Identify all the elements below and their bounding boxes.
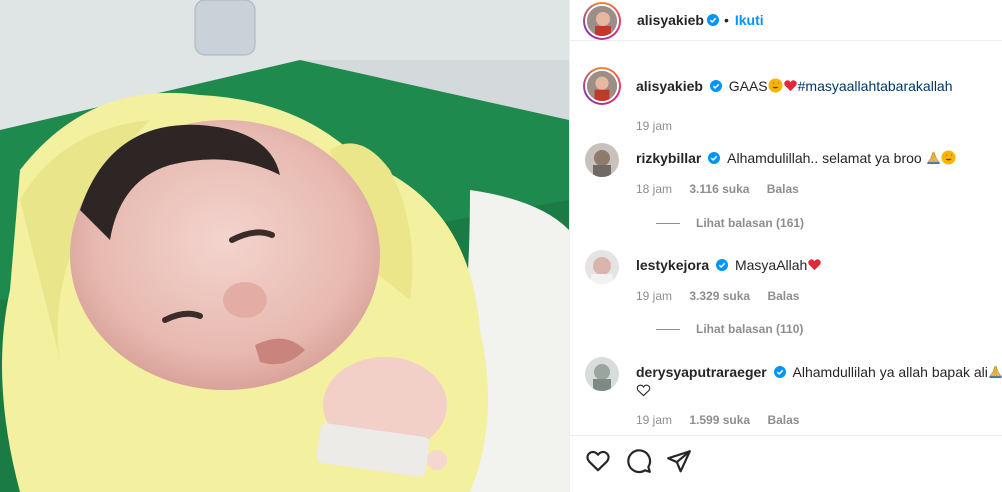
comment-heart-line [636,383,651,400]
comment-meta: 19 jam 1.599 suka Balas [636,413,813,427]
comment-avatar[interactable] [585,143,619,177]
caption-hashtag[interactable]: #masyaallahtabarakallah [798,78,953,94]
post-actions [570,435,1002,492]
comment-time[interactable]: 19 jam [636,289,672,303]
comment-meta: 18 jam 3.116 suka Balas [636,182,813,196]
caption-meta: 19 jam [636,119,686,133]
red-heart-emoji-icon [783,80,797,92]
verified-badge-icon [773,366,786,378]
reply-button[interactable]: Balas [767,289,799,303]
caption-username[interactable]: alisyakieb [636,78,703,94]
reply-button[interactable]: Balas [767,182,799,196]
verified-badge-icon [709,80,722,92]
comment-likes[interactable]: 3.116 suka [689,182,749,196]
comment-username[interactable]: rizkybillar [636,150,701,166]
post-photo[interactable] [0,0,569,492]
verified-badge-icon [706,14,719,26]
replies-line [656,222,680,224]
white-heart-emoji-icon [636,384,651,397]
avatar-photo-icon [585,357,619,391]
view-replies-button[interactable]: Lihat balasan (161) [656,216,804,230]
post-header: alisyakieb • Ikuti [570,0,1002,41]
comment-avatar[interactable] [585,250,619,284]
follow-button[interactable]: Ikuti [735,12,764,28]
view-replies-label: Lihat balasan (110) [696,322,804,336]
comment-likes[interactable]: 3.329 suka [689,289,750,303]
heart-icon[interactable] [585,448,611,474]
author-avatar[interactable] [583,2,621,40]
comment-icon[interactable] [626,448,652,474]
view-replies-button[interactable]: Lihat balasan (110) [656,322,803,336]
avatar-photo-icon [587,6,617,36]
star-struck-emoji-icon [768,78,783,93]
avatar-photo-icon [585,143,619,177]
verified-badge-icon [708,152,721,164]
view-replies-label: Lihat balasan (161) [696,216,805,230]
post-side-panel: alisyakieb • Ikuti alisyakieb GAAS #masy… [569,0,1002,492]
reply-button[interactable]: Balas [767,413,799,427]
red-heart-emoji-icon [808,259,822,271]
comment-time[interactable]: 18 jam [636,182,672,196]
folded-hands-emoji-icon [926,151,940,165]
comment-time[interactable]: 19 jam [636,413,672,427]
verified-badge-icon [716,259,729,271]
caption-text: GAAS [728,78,768,94]
avatar-photo-icon [587,71,617,101]
comment-likes[interactable]: 1.599 suka [689,413,750,427]
comment-avatar[interactable] [585,357,619,391]
caption-time[interactable]: 19 jam [636,119,672,133]
comment-text: MasyaAllah [734,257,808,273]
replies-line [656,328,680,330]
comment-text: Alhamdullilah ya allah bapak ali [792,364,988,380]
comment-username[interactable]: derysyaputraraeger [636,364,767,380]
folded-hands-emoji-icon [989,365,1002,379]
caption-avatar[interactable] [583,67,621,105]
comment-username[interactable]: lestykejora [636,257,709,273]
comments-list[interactable]: alisyakieb GAAS #masyaallahtabarakallah 1… [570,60,1002,435]
newborn-baby-image [0,0,569,492]
star-struck-emoji-icon [941,150,956,165]
author-username[interactable]: alisyakieb [637,12,704,28]
avatar-photo-icon [585,250,619,284]
share-icon[interactable] [666,448,692,474]
comment-meta: 19 jam 3.329 suka Balas [636,289,813,303]
separator-dot: • [723,12,729,28]
comment-text: Alhamdulillah.. selamat ya broo [727,150,922,166]
